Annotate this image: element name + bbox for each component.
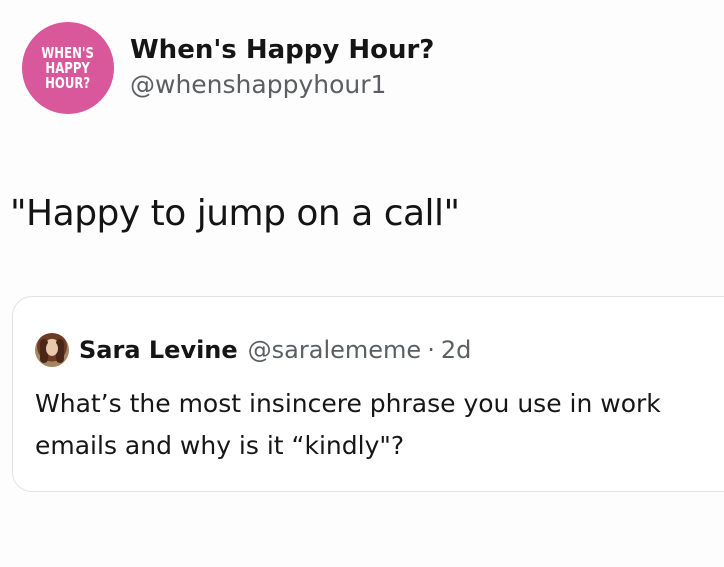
quoted-tweet-timestamp[interactable]: 2d <box>441 336 472 364</box>
avatar-logo-text: WHEN'S HAPPY HOUR? <box>41 43 95 92</box>
quoted-author-avatar[interactable] <box>35 333 69 367</box>
tweet-text: "Happy to jump on a call" <box>10 193 460 234</box>
avatar-face <box>46 341 58 356</box>
avatar[interactable]: WHEN'S HAPPY HOUR? <box>22 22 114 114</box>
tweet-header: WHEN'S HAPPY HOUR? When's Happy Hour? @w… <box>22 22 434 114</box>
quoted-tweet-card[interactable]: Sara Levine @saralememe · 2d What’s the … <box>12 296 724 492</box>
author-display-name[interactable]: When's Happy Hour? <box>130 34 434 66</box>
quoted-tweet-header: Sara Levine @saralememe · 2d <box>35 333 471 367</box>
author-names: When's Happy Hour? @whenshappyhour1 <box>130 34 434 102</box>
author-handle[interactable]: @whenshappyhour1 <box>130 68 434 102</box>
quoted-tweet-text: What’s the most insincere phrase you use… <box>35 389 661 460</box>
quoted-author-display-name[interactable]: Sara Levine <box>79 336 238 364</box>
tweet-screenshot: WHEN'S HAPPY HOUR? When's Happy Hour? @w… <box>0 0 724 567</box>
quoted-author-handle[interactable]: @saralememe <box>248 336 422 364</box>
separator-dot: · <box>427 336 435 364</box>
